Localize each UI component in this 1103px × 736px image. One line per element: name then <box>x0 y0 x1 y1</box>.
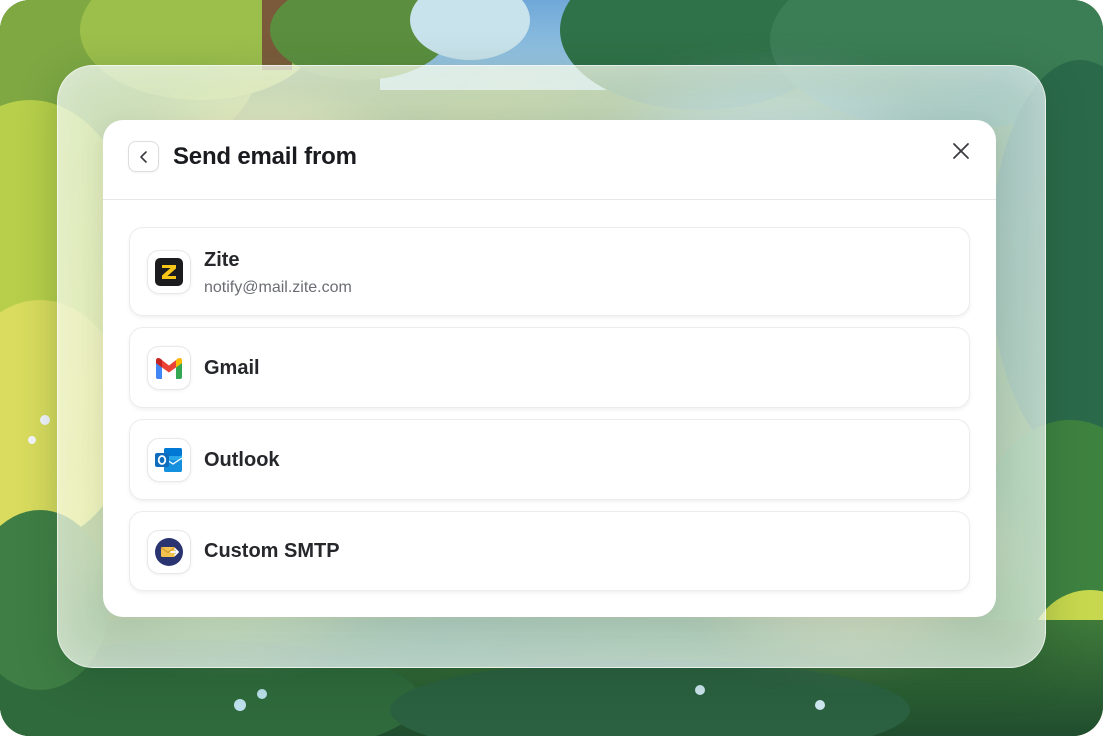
close-button[interactable] <box>948 138 974 164</box>
zite-logo-icon <box>155 258 183 286</box>
gmail-logo-icon-box <box>147 346 191 390</box>
dialog-title: Send email from <box>173 143 357 170</box>
send-email-from-dialog: Send email from Zite notify@mail.zite.co… <box>103 120 996 617</box>
smtp-envelope-icon <box>155 538 183 566</box>
provider-option-outlook[interactable]: Outlook <box>129 419 970 500</box>
provider-option-custom-smtp[interactable]: Custom SMTP <box>129 511 970 591</box>
gmail-logo-icon <box>156 358 182 379</box>
provider-option-zite[interactable]: Zite notify@mail.zite.com <box>129 227 970 316</box>
provider-name: Zite <box>204 249 240 271</box>
close-icon <box>953 143 969 159</box>
provider-name: Custom SMTP <box>204 540 340 562</box>
zite-logo-icon-box <box>147 250 191 294</box>
back-button[interactable] <box>128 141 159 172</box>
provider-name: Outlook <box>204 449 280 471</box>
outlook-logo-icon <box>155 448 183 472</box>
dialog-header: Send email from <box>103 120 996 200</box>
chevron-left-icon <box>139 150 147 163</box>
provider-email: notify@mail.zite.com <box>204 279 352 296</box>
provider-name: Gmail <box>204 357 260 379</box>
outlook-logo-icon-box <box>147 438 191 482</box>
smtp-icon-box <box>147 530 191 574</box>
provider-option-gmail[interactable]: Gmail <box>129 327 970 408</box>
